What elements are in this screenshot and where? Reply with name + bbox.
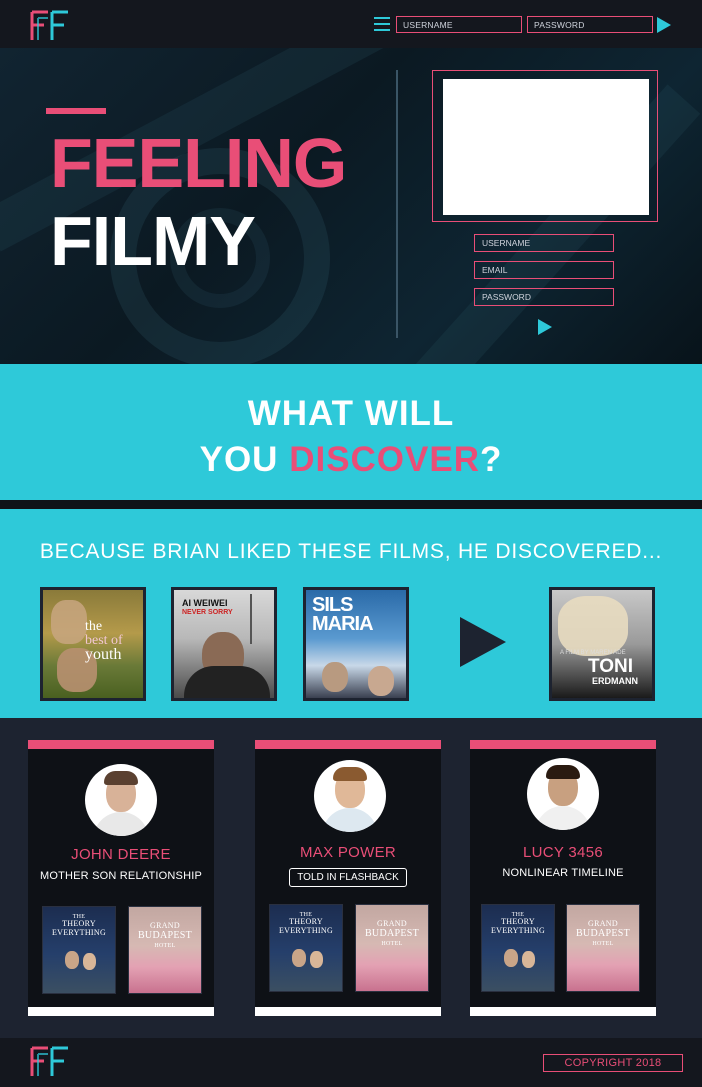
poster-title-part: HOTEL [381, 941, 403, 947]
poster-title-part: GRAND [377, 919, 407, 928]
discovered-film-poster[interactable]: A FILM BY MAREN ADE TONI ERDMANN [549, 587, 655, 701]
user-name[interactable]: MAX POWER [255, 844, 441, 861]
liked-film-poster[interactable]: the best of youth [40, 587, 146, 701]
user-card[interactable]: JOHN DEERE MOTHER SON RELATIONSHIP THE T… [28, 740, 214, 1016]
discover-banner: WHAT WILL YOU DISCOVER? [0, 364, 702, 500]
card-accent-bar [28, 740, 214, 749]
discover-heading-line1: WHAT WILL [247, 394, 455, 433]
menu-icon[interactable] [374, 17, 390, 31]
user-name[interactable]: LUCY 3456 [470, 844, 656, 861]
liked-film-title: SILS MARIA [312, 595, 374, 635]
poster-title-part: HOTEL [154, 943, 176, 949]
ff-logo[interactable] [30, 1046, 72, 1078]
discover-line2-prefix: YOU [199, 439, 290, 479]
signup-submit-icon[interactable] [538, 319, 552, 335]
hero-title-line2: FILMY [50, 202, 256, 280]
hero-divider [396, 70, 398, 338]
poster-title-part: THEORY [62, 919, 96, 928]
card-bottom-bar [255, 1007, 441, 1016]
liked-film-poster[interactable]: SILS MARIA [303, 587, 409, 701]
poster-title-part: NEVER SORRY [182, 609, 233, 616]
poster-title-part: BUDAPEST [575, 928, 631, 939]
card-accent-bar [255, 740, 441, 749]
poster-title-part: THEORY [289, 917, 323, 926]
user-name[interactable]: JOHN DEERE [28, 846, 214, 863]
user-tag: NONLINEAR TIMELINE [502, 867, 624, 879]
user-film-poster[interactable]: THE THEORY EVERYTHING [42, 906, 116, 994]
discover-heading-line2: YOU DISCOVER? [0, 437, 702, 483]
hero-accent-bar [46, 108, 106, 114]
poster-title-part: EVERYTHING [51, 928, 107, 937]
liked-film-title: the best of youth [85, 619, 123, 663]
signup-email-input[interactable] [474, 261, 614, 279]
discovered-arrow-icon [460, 617, 506, 667]
recommendation-title: BECAUSE BRIAN LIKED THESE FILMS, HE DISC… [39, 540, 663, 563]
poster-title-part: the [85, 619, 103, 634]
card-bottom-bar [28, 1007, 214, 1016]
liked-film-poster[interactable]: AI WEIWEI NEVER SORRY [171, 587, 277, 701]
header-password-input[interactable] [527, 16, 653, 33]
avatar [314, 760, 386, 832]
profile-photo-frame [432, 70, 658, 222]
poster-title-part: EVERYTHING [490, 926, 546, 935]
poster-title-part: AI WEIWEI [182, 598, 228, 608]
user-film-poster[interactable]: THE THEORY EVERYTHING [269, 904, 343, 992]
ff-logo[interactable] [30, 10, 72, 42]
signup-username-input[interactable] [474, 234, 614, 252]
profile-photo-upload[interactable] [443, 79, 649, 215]
hero-title-line1: FEELING [50, 124, 347, 202]
user-card[interactable]: LUCY 3456 NONLINEAR TIMELINE THE THEORY … [470, 740, 656, 1016]
footer: COPYRIGHT 2018 [0, 1038, 702, 1087]
user-film-poster[interactable]: GRAND BUDAPEST HOTEL [566, 904, 640, 992]
poster-title-part: TONI [588, 656, 634, 677]
user-card[interactable]: MAX POWER TOLD IN FLASHBACK THE THEORY E… [255, 740, 441, 1016]
poster-title-part: ERDMANN [592, 676, 638, 686]
header-login-submit-icon[interactable] [657, 17, 671, 33]
top-nav-bar [0, 0, 702, 48]
avatar [85, 764, 157, 836]
poster-title-part: THEORY [501, 917, 535, 926]
card-accent-bar [470, 740, 656, 749]
poster-title-part: BUDAPEST [137, 930, 193, 941]
poster-title-part: HOTEL [592, 941, 614, 947]
poster-title-part: EVERYTHING [278, 926, 334, 935]
user-film-poster[interactable]: GRAND BUDAPEST HOTEL [128, 906, 202, 994]
recommendation-section: BECAUSE BRIAN LIKED THESE FILMS, HE DISC… [0, 509, 702, 718]
poster-title-part: GRAND [150, 921, 180, 930]
page: FEELING FILMY WHAT WILL YOU DISCOVER? BE… [0, 0, 702, 1087]
copyright-label: COPYRIGHT 2018 [543, 1054, 683, 1072]
card-bottom-bar [470, 1007, 656, 1016]
discover-line2-suffix: ? [480, 439, 503, 479]
user-cards-section: JOHN DEERE MOTHER SON RELATIONSHIP THE T… [0, 718, 702, 1038]
poster-title-part: GRAND [588, 919, 618, 928]
user-film-poster[interactable]: THE THEORY EVERYTHING [481, 904, 555, 992]
avatar [527, 758, 599, 830]
signup-password-input[interactable] [474, 288, 614, 306]
poster-title-part: youth [85, 646, 122, 663]
discover-highlight: DISCOVER [289, 439, 480, 479]
user-tag: MOTHER SON RELATIONSHIP [39, 870, 203, 882]
user-film-poster[interactable]: GRAND BUDAPEST HOTEL [355, 904, 429, 992]
liked-film-title: AI WEIWEI NEVER SORRY [182, 598, 233, 618]
poster-title-part: BUDAPEST [364, 928, 420, 939]
header-username-input[interactable] [396, 16, 522, 33]
section-divider [0, 500, 702, 509]
discovered-film-title: TONI [588, 656, 634, 677]
poster-title-part: MARIA [312, 613, 374, 635]
user-tag: TOLD IN FLASHBACK [289, 868, 407, 887]
hero-section: FEELING FILMY [0, 48, 702, 364]
